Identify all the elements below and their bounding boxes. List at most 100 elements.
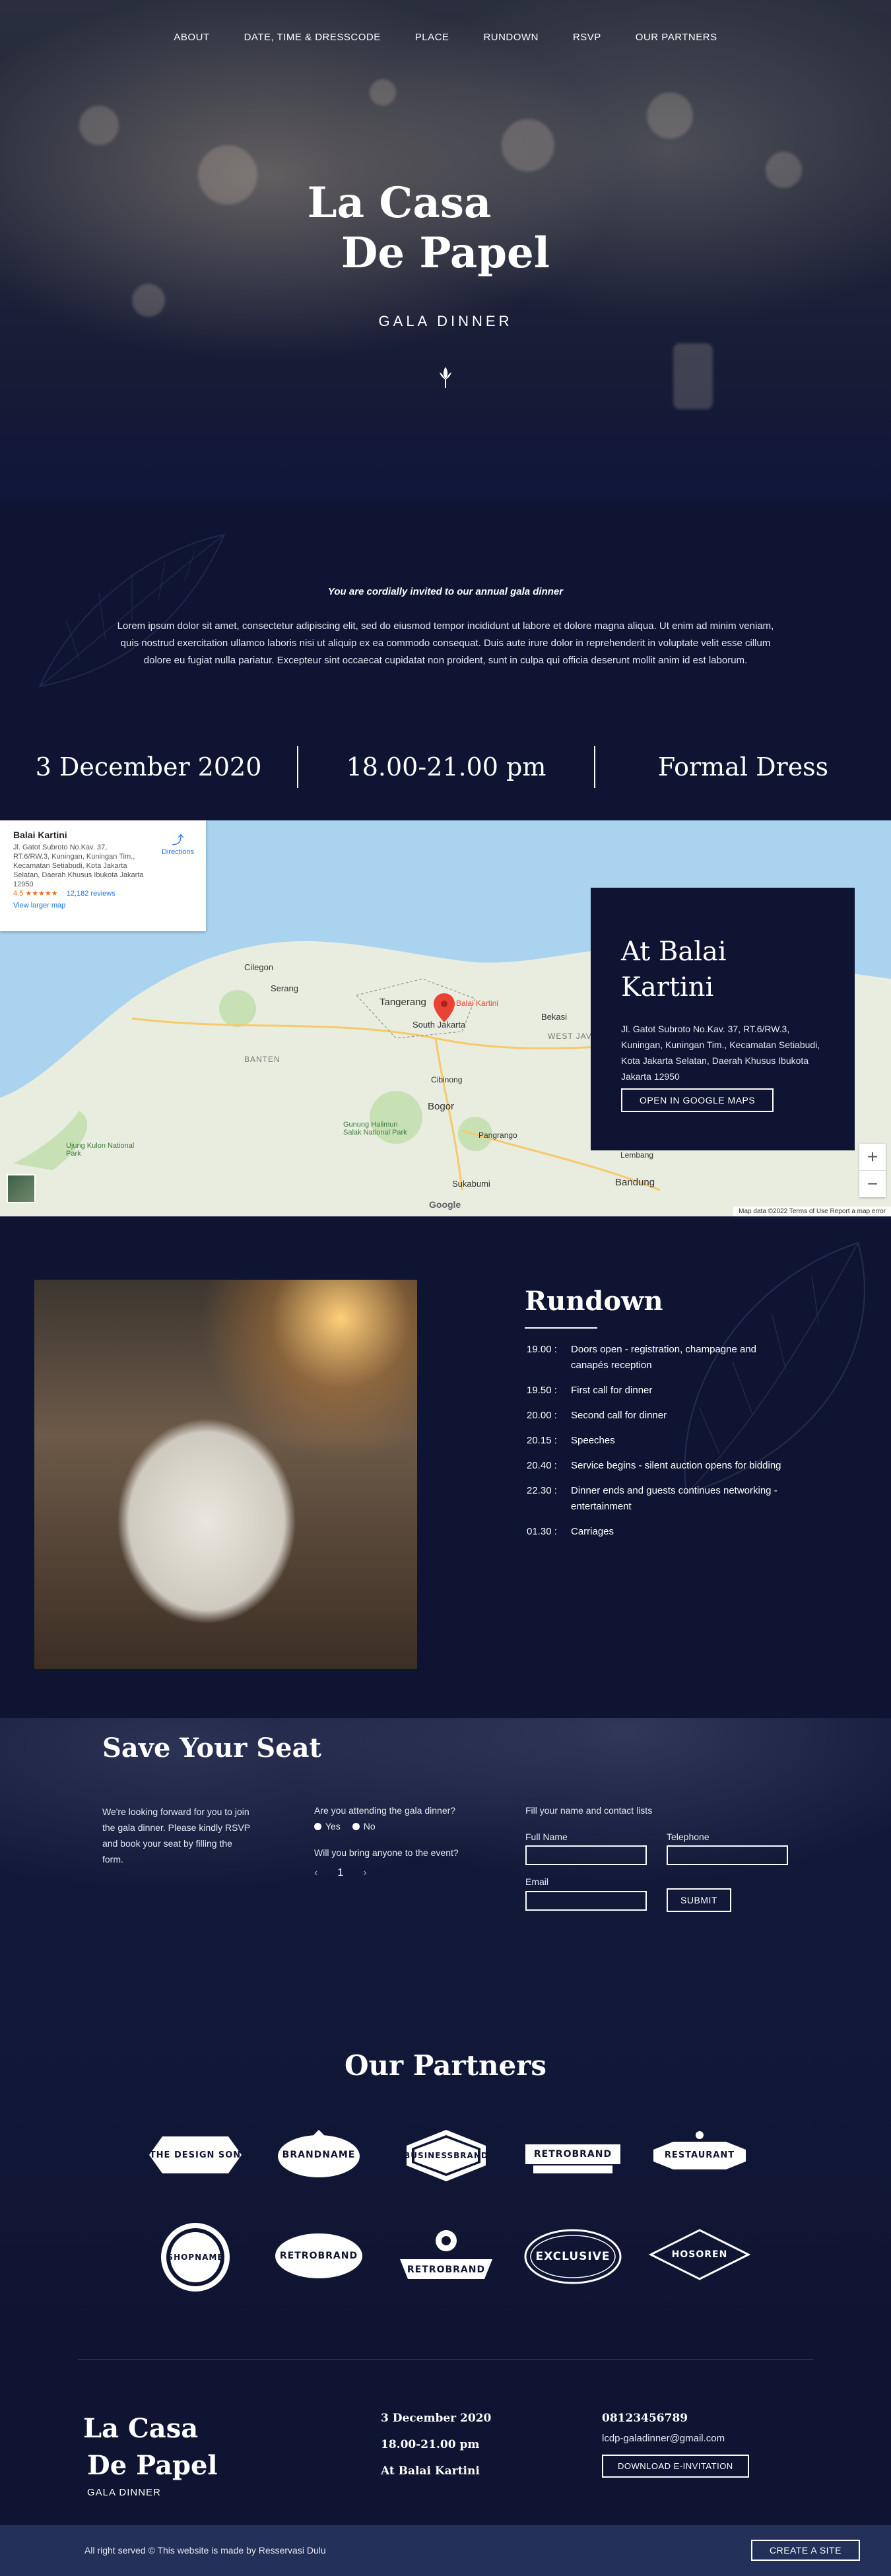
- map-attribution[interactable]: Map data ©2022 Terms of Use Report a map…: [733, 1206, 891, 1216]
- badge-shape-icon: [400, 2230, 492, 2279]
- radio-label: Yes: [325, 1821, 341, 1832]
- open-google-maps-button[interactable]: OPEN IN GOOGLE MAPS: [621, 1088, 774, 1112]
- footer-place: At Balai Kartini: [381, 2464, 480, 2478]
- nav-rsvp[interactable]: RSVP: [573, 32, 601, 43]
- footer-event-info: 3 December 2020 18.00-21.00 pm At Balai …: [381, 2412, 491, 2491]
- map-label-tangerang: Tangerang: [380, 997, 426, 1008]
- hero-section: ABOUT DATE, TIME & DRESSCODE PLACE RUNDO…: [0, 0, 891, 502]
- nav-about[interactable]: ABOUT: [174, 32, 209, 43]
- partner-logo-text: RETROBRAND: [533, 2149, 612, 2160]
- directions-label: Directions: [162, 848, 194, 856]
- map-section[interactable]: Balai Kartini Tangerang South Jakarta Bo…: [0, 820, 891, 1216]
- radio-dot: [314, 1822, 321, 1830]
- footer-phone[interactable]: 08123456789: [602, 2412, 749, 2425]
- rundown-desc: Second call for dinner: [571, 1410, 667, 1421]
- hero-title-line1: La Casa: [307, 178, 492, 228]
- floral-ornament-icon: [440, 367, 451, 388]
- partner-logo: RETROBRAND: [266, 2226, 372, 2286]
- rundown-title: Rundown: [525, 1286, 663, 1317]
- hero-subtitle: GALA DINNER: [378, 313, 513, 329]
- radio-dot: [352, 1822, 360, 1830]
- satellite-toggle[interactable]: [7, 1174, 36, 1203]
- bottom-bar: All right served © This website is made …: [0, 2525, 891, 2576]
- nav-date-time-dresscode[interactable]: DATE, TIME & DRESSCODE: [244, 32, 381, 43]
- rsvp-section: Save Your Seat We're looking forward for…: [0, 1718, 891, 2002]
- footer: La Casa De Papel GALA DINNER 3 December …: [0, 2360, 891, 2525]
- footer-logo-line1: La Casa: [83, 2413, 199, 2444]
- bring-question: Will you bring anyone to the event?: [314, 1847, 459, 1858]
- leaf-decoration-icon: [38, 533, 226, 688]
- place-title: At Balai Kartini: [621, 934, 824, 1005]
- directions-button[interactable]: ⤴ Directions: [162, 831, 194, 856]
- map-label-serang: Serang: [271, 983, 298, 993]
- footer-logo[interactable]: La Casa De Papel: [83, 2410, 218, 2484]
- map-card-rating: 4.5 ★★★★★: [13, 890, 58, 898]
- rundown-desc: First call for dinner: [571, 1385, 653, 1396]
- rsvp-intro: We're looking forward for you to join th…: [102, 1806, 250, 1865]
- map-card-address: Jl. Gatot Subroto No.Kav. 37, RT.6/RW.3,…: [13, 843, 144, 888]
- place-title-line1: At Balai: [621, 937, 727, 967]
- map-label-cilegon: Cilegon: [244, 962, 274, 972]
- partners-section: Our Partners THE DESIGN SON BRANDNAME BU…: [0, 2002, 891, 2360]
- attend-yes-radio[interactable]: Yes: [314, 1821, 341, 1832]
- guest-count: 1: [337, 1867, 344, 1878]
- nav-place[interactable]: PLACE: [415, 32, 449, 43]
- zoom-in-button[interactable]: +: [859, 1144, 886, 1171]
- telephone-input[interactable]: [667, 1845, 788, 1865]
- attend-no-radio[interactable]: No: [352, 1821, 376, 1832]
- rundown-list: 19.00 : Doors open - registration, champa…: [527, 1342, 791, 1549]
- map-label-lembang: Lembang: [620, 1150, 654, 1160]
- zoom-out-button[interactable]: −: [859, 1171, 886, 1197]
- map-label-west-java: WEST JAVA: [548, 1032, 598, 1041]
- footer-contact: 08123456789 lcdp-galadinner@gmail.com DO…: [602, 2412, 749, 2478]
- create-site-button[interactable]: CREATE A SITE: [751, 2540, 860, 2561]
- rundown-desc: Carriages: [571, 1526, 614, 1537]
- rundown-time: 20.00 :: [527, 1410, 557, 1421]
- full-name-input[interactable]: [525, 1845, 647, 1865]
- map-label-bandung: Bandung: [615, 1177, 655, 1188]
- partner-logo-text: THE DESIGN SON: [149, 2150, 242, 2160]
- rundown-time: 20.40 :: [527, 1460, 557, 1471]
- nav-rundown[interactable]: RUNDOWN: [483, 32, 539, 43]
- list-item: 22.30 : Dinner ends and guests continues …: [527, 1483, 791, 1515]
- partner-logo-text: RETROBRAND: [279, 2251, 358, 2261]
- rundown-time: 19.00 :: [527, 1344, 557, 1355]
- footer-logo-line2: De Papel: [87, 2450, 218, 2481]
- map-card-reviews[interactable]: 12,182 reviews: [67, 890, 116, 898]
- footer-email[interactable]: lcdp-galadinner@gmail.com: [602, 2433, 749, 2444]
- view-larger-map-link[interactable]: View larger map: [13, 902, 193, 909]
- list-item: 20.00 : Second call for dinner: [527, 1408, 791, 1424]
- event-date: 3 December 2020: [35, 752, 262, 781]
- rundown-time: 22.30 :: [527, 1485, 557, 1496]
- fill-contact-label: Fill your name and contact lists: [525, 1805, 653, 1816]
- rundown-desc: Service begins - silent auction opens fo…: [571, 1460, 781, 1471]
- submit-button[interactable]: SUBMIT: [667, 1888, 731, 1912]
- chevron-left-icon[interactable]: ‹: [314, 1867, 317, 1879]
- rundown-time: 01.30 :: [527, 1526, 557, 1537]
- map-label-banten: BANTEN: [244, 1055, 280, 1064]
- list-item: 19.50 : First call for dinner: [527, 1383, 791, 1399]
- rsvp-title: Save Your Seat: [102, 1733, 321, 1764]
- hero-title-line2: De Papel: [341, 228, 550, 278]
- email-label: Email: [525, 1876, 549, 1887]
- partner-logo: BRANDNAME: [266, 2127, 372, 2183]
- partner-logo-text: BRANDNAME: [282, 2150, 356, 2160]
- copyright: All right served © This website is made …: [84, 2545, 326, 2556]
- invitation-section: You are cordially invited to our annual …: [0, 502, 891, 818]
- rundown-desc: Speeches: [571, 1435, 615, 1446]
- nav-our-partners[interactable]: OUR PARTNERS: [636, 32, 717, 43]
- partner-logo-text: RETROBRAND: [407, 2264, 486, 2275]
- list-item: 19.00 : Doors open - registration, champa…: [527, 1342, 791, 1373]
- map-label-south-jakarta: South Jakarta: [412, 1020, 466, 1030]
- place-title-line2: Kartini: [621, 972, 714, 1003]
- guest-count-stepper: ‹ 1 ›: [314, 1867, 367, 1879]
- chevron-right-icon[interactable]: ›: [363, 1867, 366, 1879]
- radio-label: No: [363, 1821, 376, 1832]
- main-nav: ABOUT DATE, TIME & DRESSCODE PLACE RUNDO…: [0, 32, 891, 43]
- attend-options: Yes No: [314, 1821, 385, 1832]
- email-input[interactable]: [525, 1891, 647, 1911]
- download-invitation-button[interactable]: DOWNLOAD E-INVITATION: [602, 2455, 749, 2478]
- partner-logo: SHOPNAME: [143, 2221, 248, 2294]
- rundown-time: 20.15 :: [527, 1435, 557, 1446]
- telephone-label: Telephone: [667, 1832, 710, 1842]
